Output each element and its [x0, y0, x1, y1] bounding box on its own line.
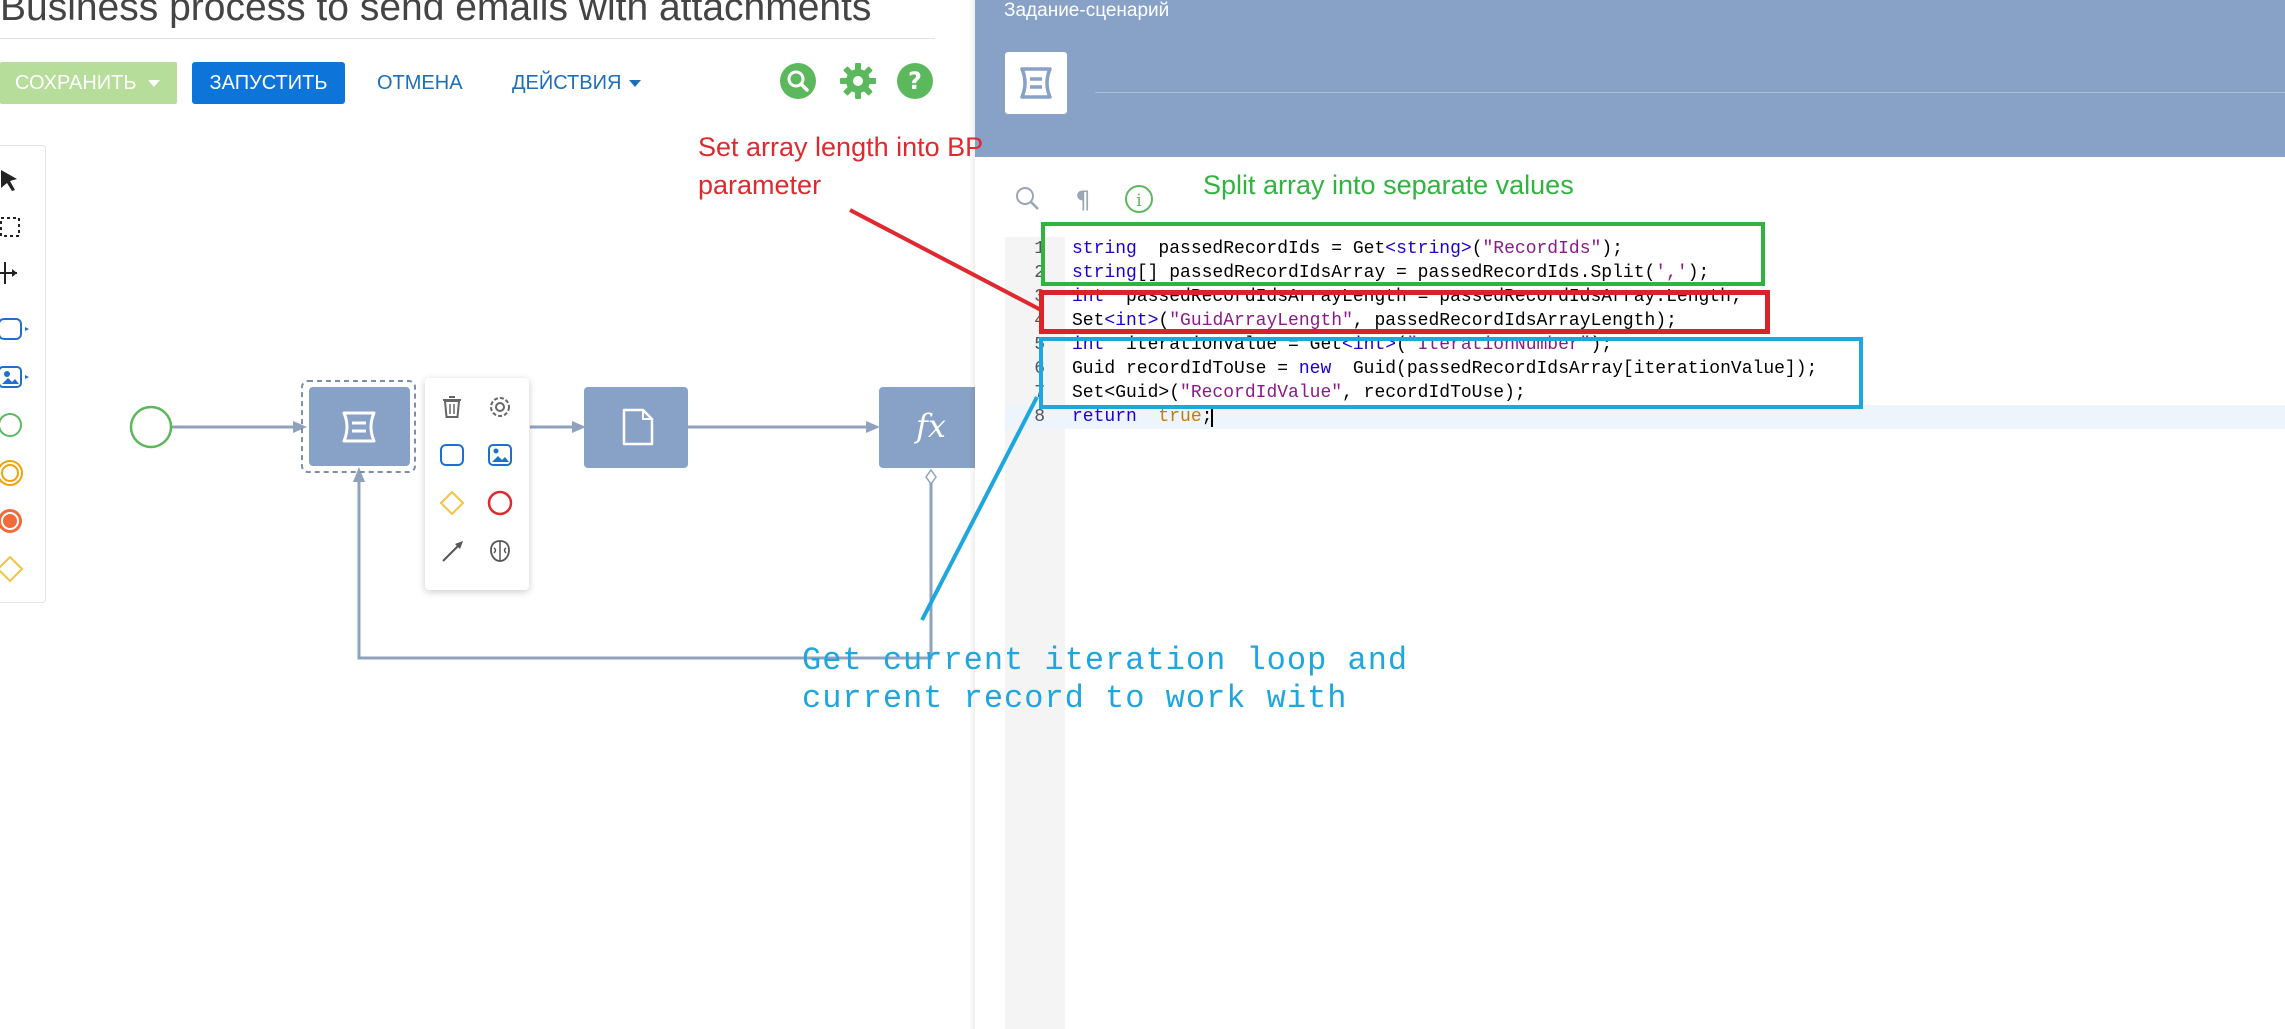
annotation-box-blue: [1039, 337, 1863, 409]
script-task-icon-tile: [1005, 52, 1067, 114]
paragraph-icon[interactable]: ¶: [1067, 183, 1099, 215]
end-event-icon[interactable]: [483, 486, 517, 520]
connector-icon[interactable]: [435, 534, 469, 568]
sequence-flow[interactable]: [688, 421, 880, 433]
annotation-box-red: [1039, 290, 1770, 334]
script-editor-header: [975, 0, 2285, 157]
svg-text:i: i: [1136, 191, 1142, 211]
script-task[interactable]: [301, 380, 416, 473]
formula-task[interactable]: fx: [879, 387, 975, 468]
line-number: 2: [1034, 263, 1045, 283]
annotation-red-line-1: Set array length into BP: [698, 132, 984, 162]
script-icon: [1020, 67, 1052, 99]
code-token: return: [1072, 407, 1137, 427]
annotation-blue: Get current iteration loop and current r…: [802, 642, 1408, 718]
function-icon: fx: [914, 407, 946, 445]
text-cursor: [1211, 407, 1213, 427]
line-number: 1: [1034, 239, 1045, 259]
start-event[interactable]: [129, 405, 173, 449]
annotation-red-line-2: parameter: [698, 170, 822, 200]
info-icon[interactable]: i: [1123, 183, 1155, 215]
svg-text:¶: ¶: [1075, 186, 1090, 214]
search-icon[interactable]: [1012, 183, 1044, 215]
annotation-blue-line-1: Get current iteration loop and: [802, 642, 1409, 679]
delete-icon[interactable]: [435, 390, 469, 424]
gateway-icon[interactable]: [435, 486, 469, 520]
annotation-blue-line-2: current record to work with: [802, 680, 1348, 717]
editor-title: Задание-сценарий: [1004, 0, 1170, 21]
element-context-popup: [425, 378, 529, 590]
sequence-flow[interactable]: [172, 421, 307, 433]
image-task-icon[interactable]: [483, 438, 517, 472]
annotation-box-green: [1041, 222, 1765, 286]
annotation-red: Set array length into BP parameter: [698, 128, 983, 204]
annotation-green: Split array into separate values: [1203, 170, 1574, 200]
task-icon[interactable]: [435, 438, 469, 472]
header-divider: [1095, 92, 2285, 93]
settings-icon[interactable]: [483, 390, 517, 424]
code-token: true: [1158, 407, 1202, 427]
sequence-flow[interactable]: [530, 421, 586, 433]
ai-brain-icon[interactable]: [483, 534, 517, 568]
document-task[interactable]: [584, 387, 688, 468]
